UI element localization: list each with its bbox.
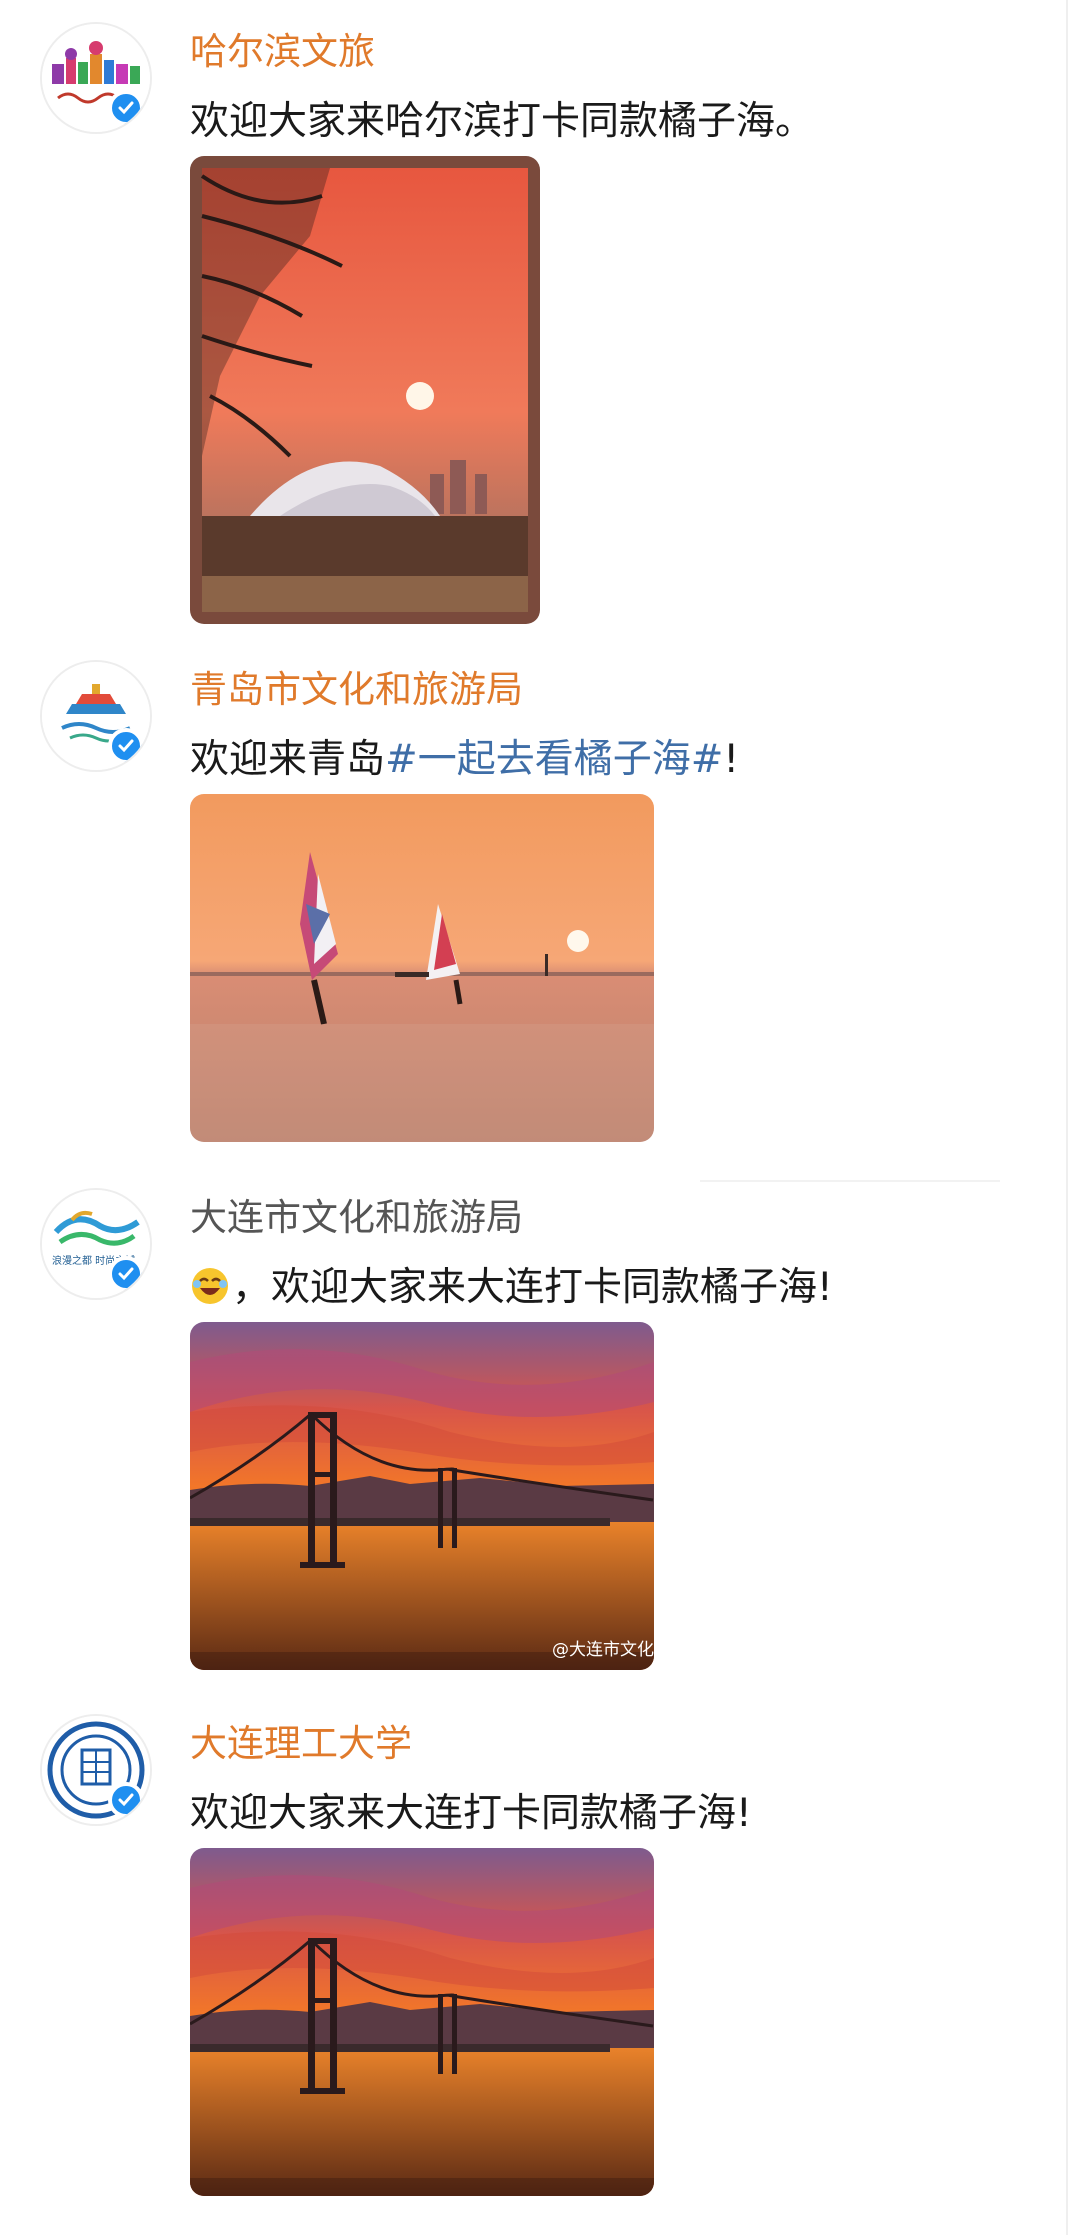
divider xyxy=(700,1180,1000,1182)
post-text: 欢迎大家来哈尔滨打卡同款橘子海。 xyxy=(190,99,815,144)
avatar[interactable] xyxy=(40,1714,152,1826)
verified-badge-icon xyxy=(108,728,144,764)
account-name[interactable]: 大连理工大学 xyxy=(190,1720,412,1768)
post-photo[interactable]: @大连市文化 xyxy=(190,1322,654,1670)
post-photo[interactable] xyxy=(190,156,540,624)
hashtag-link[interactable]: #一起去看橘子海# xyxy=(385,737,723,782)
dalian-bridge-sunset-photo xyxy=(190,1848,654,2196)
avatar[interactable]: 浪漫之都 时尚之城 xyxy=(40,1188,152,1300)
post-text: 欢迎大家来大连打卡同款橘子海! xyxy=(190,1791,752,1836)
page-edge xyxy=(1066,0,1068,2235)
avatar[interactable] xyxy=(40,660,152,772)
verified-badge-icon xyxy=(108,90,144,126)
post-text-prefix: 欢迎来青岛 xyxy=(190,737,386,782)
weibo-feed: 哈尔滨文旅 欢迎大家来哈尔滨打卡同款橘子海。 青岛市文化和旅游局 欢迎来青岛#一… xyxy=(0,0,1080,2235)
laughing-emoji xyxy=(192,1268,228,1304)
avatar[interactable] xyxy=(40,22,152,134)
post-text-body: ，欢迎大家来大连打卡同款橘子海! xyxy=(232,1265,833,1310)
harbin-opera-house-sunset-photo xyxy=(190,156,540,624)
account-name[interactable]: 青岛市文化和旅游局 xyxy=(190,666,523,714)
dalian-bridge-sunset-photo xyxy=(190,1322,654,1670)
post-text: 欢迎来青岛#一起去看橘子海#! xyxy=(190,734,739,786)
post-photo[interactable] xyxy=(190,794,654,1142)
account-name[interactable]: 哈尔滨文旅 xyxy=(190,28,375,76)
post-text-suffix: ! xyxy=(723,737,740,782)
verified-badge-icon xyxy=(108,1782,144,1818)
account-name[interactable]: 大连市文化和旅游局 xyxy=(190,1194,523,1242)
qingdao-windsurf-sunset-photo xyxy=(190,794,654,1142)
verified-badge-icon xyxy=(108,1256,144,1292)
post-photo[interactable] xyxy=(190,1848,654,2196)
photo-watermark: @大连市文化 xyxy=(552,1640,654,1660)
post-text: ，欢迎大家来大连打卡同款橘子海! xyxy=(190,1262,833,1314)
